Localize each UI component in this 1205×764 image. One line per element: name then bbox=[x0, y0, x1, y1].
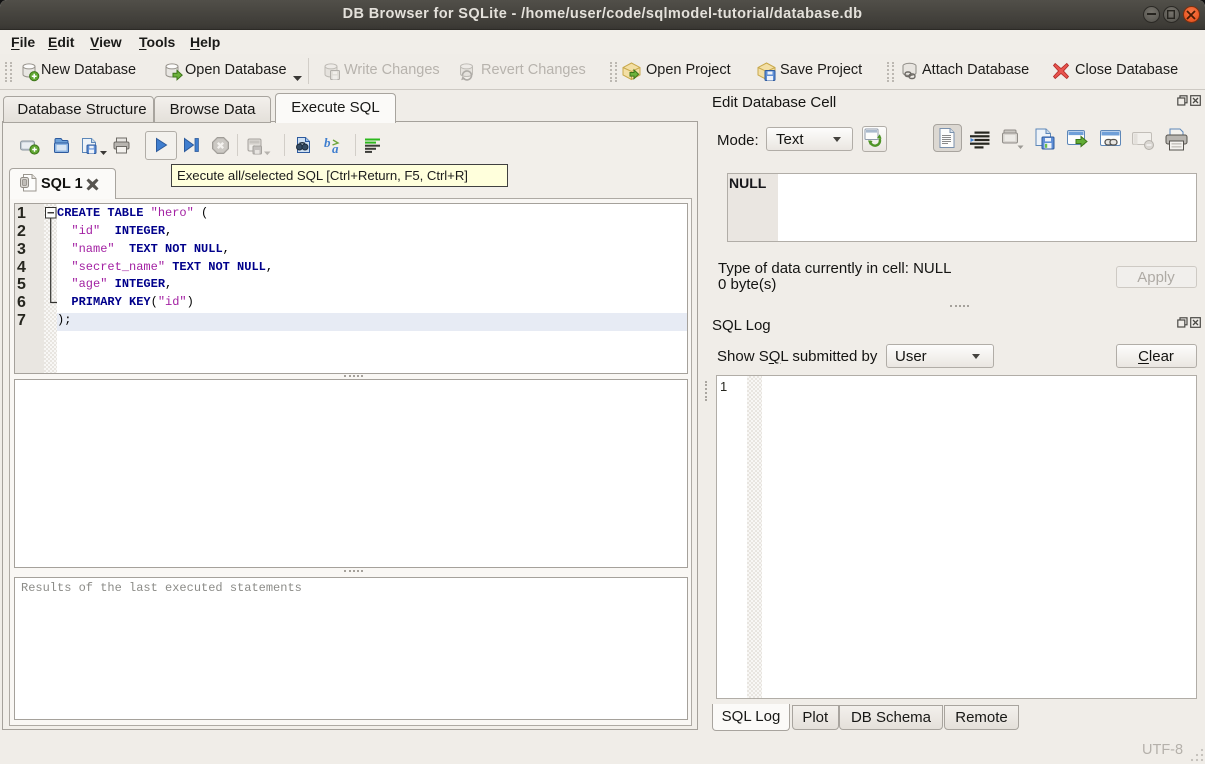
svg-text:b: b bbox=[324, 135, 331, 150]
